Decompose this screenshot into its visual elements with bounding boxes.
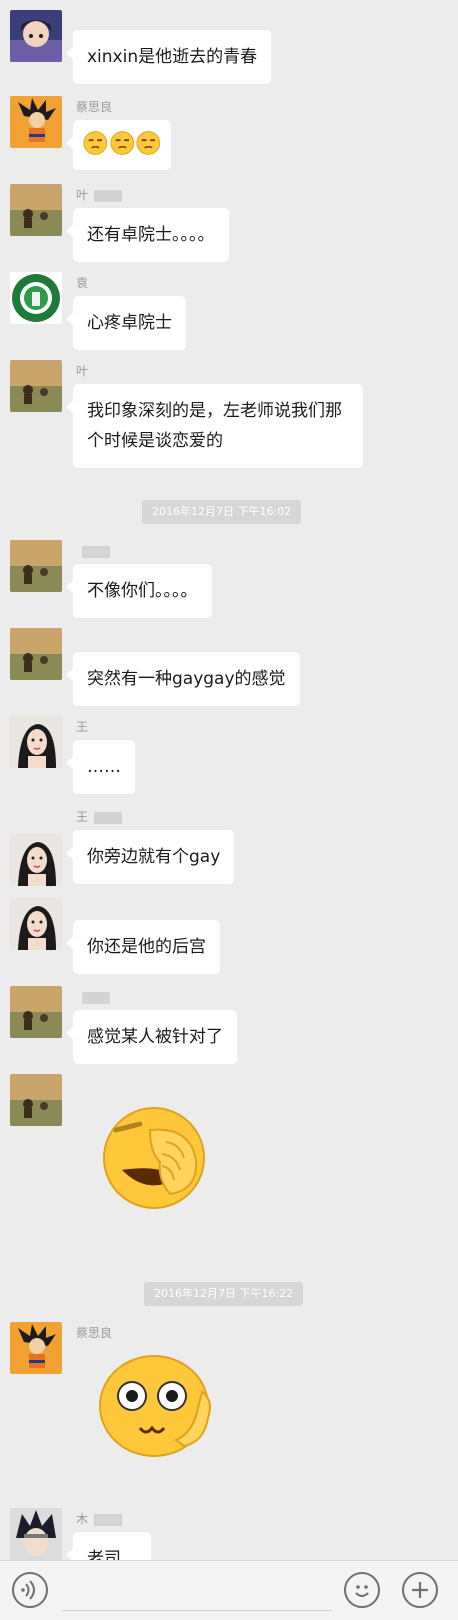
sender-name: 王 xyxy=(76,720,89,734)
more-button[interactable] xyxy=(402,1572,438,1608)
avatar-woman-portrait[interactable] xyxy=(10,898,62,950)
message-input[interactable] xyxy=(62,1571,332,1611)
message-text: xinxin是他逝去的青春 xyxy=(87,47,258,67)
message-text: 不像你们。。。。 xyxy=(87,581,198,601)
avatar-woman-portrait[interactable] xyxy=(10,716,62,768)
sender-name xyxy=(76,544,110,558)
sender-name: 蔡思良 xyxy=(76,100,113,114)
message-bubble[interactable]: 你还是他的后宫 xyxy=(66,920,220,974)
sender-name: 王 xyxy=(76,810,122,824)
avatar-field-scene[interactable] xyxy=(10,1074,62,1126)
voice-button[interactable] xyxy=(12,1572,48,1608)
timestamp: 2016年12月7日 下午16:22 xyxy=(144,1282,304,1306)
message-bubble[interactable]: 还有卓院士。。。。 xyxy=(66,208,229,262)
avatar-anime-character[interactable] xyxy=(10,10,62,62)
input-bar xyxy=(0,1560,458,1620)
message-text: 你旁边就有个gay xyxy=(87,847,221,867)
avatar-field-scene[interactable] xyxy=(10,360,62,412)
smirk-emoji-icon xyxy=(136,131,161,155)
message-text: …… xyxy=(87,757,121,777)
thinking-face-sticker-icon[interactable] xyxy=(96,1346,220,1462)
avatar-field-scene[interactable] xyxy=(10,540,62,592)
message-bubble[interactable]: 老司... xyxy=(65,1532,152,1560)
timestamp: 2016年12月7日 下午16:02 xyxy=(142,500,302,524)
sender-name: 木 xyxy=(76,1512,122,1526)
message-text: 我印象深刻的是，左老师说我们那个时候是谈恋爱的 xyxy=(87,401,342,451)
message-bubble[interactable]: 不像你们。。。。 xyxy=(66,564,212,618)
message-bubble[interactable]: 突然有一种gaygay的感觉 xyxy=(66,652,300,706)
message-text: 老司... xyxy=(87,1549,138,1560)
message-text: 感觉某人被针对了 xyxy=(87,1027,223,1047)
facepalm-sticker-icon[interactable] xyxy=(100,1100,212,1210)
message-bubble[interactable]: 心疼卓院士 xyxy=(66,296,186,350)
emoji-icon xyxy=(355,1585,369,1597)
voice-icon xyxy=(21,1580,35,1600)
message-bubble[interactable]: 我印象深刻的是，左老师说我们那个时候是谈恋爱的 xyxy=(66,384,363,468)
message-text: 还有卓院士。。。。 xyxy=(87,225,215,245)
message-bubble-emoji[interactable] xyxy=(66,120,171,170)
avatar-woman-portrait[interactable] xyxy=(10,834,62,886)
plus-icon xyxy=(412,1582,428,1598)
avatar-goku[interactable] xyxy=(10,96,62,148)
message-bubble[interactable]: 感觉某人被针对了 xyxy=(66,1010,237,1064)
sender-name: 蔡思良 xyxy=(76,1326,113,1340)
sender-name: 叶 xyxy=(76,364,89,378)
smirk-emoji-icon xyxy=(83,131,108,155)
avatar-field-scene[interactable] xyxy=(10,628,62,680)
avatar-celtics-logo[interactable] xyxy=(10,272,62,324)
message-bubble[interactable]: …… xyxy=(66,740,135,794)
message-bubble[interactable]: xinxin是他逝去的青春 xyxy=(65,30,272,84)
message-text: 心疼卓院士 xyxy=(87,313,172,333)
emoji-button[interactable] xyxy=(344,1572,380,1608)
message-bubble[interactable]: 你旁边就有个gay xyxy=(65,830,235,884)
emoji-row xyxy=(83,130,161,156)
sender-name: 叶 xyxy=(76,188,122,202)
avatar-field-scene[interactable] xyxy=(10,184,62,236)
sender-name xyxy=(76,990,110,1004)
avatar-field-scene[interactable] xyxy=(10,986,62,1038)
chat-message-list[interactable]: xinxin是他逝去的青春 蔡思良 叶 还有卓院士。。。。 袁 心疼卓院士 叶 … xyxy=(0,0,458,1560)
sender-name: 袁 xyxy=(76,276,89,290)
avatar-goku[interactable] xyxy=(10,1322,62,1374)
message-text: 你还是他的后宫 xyxy=(87,937,206,957)
message-text: 突然有一种gaygay的感觉 xyxy=(87,669,286,689)
avatar-ninja-character[interactable] xyxy=(10,1508,62,1560)
smirk-emoji-icon xyxy=(110,131,134,155)
